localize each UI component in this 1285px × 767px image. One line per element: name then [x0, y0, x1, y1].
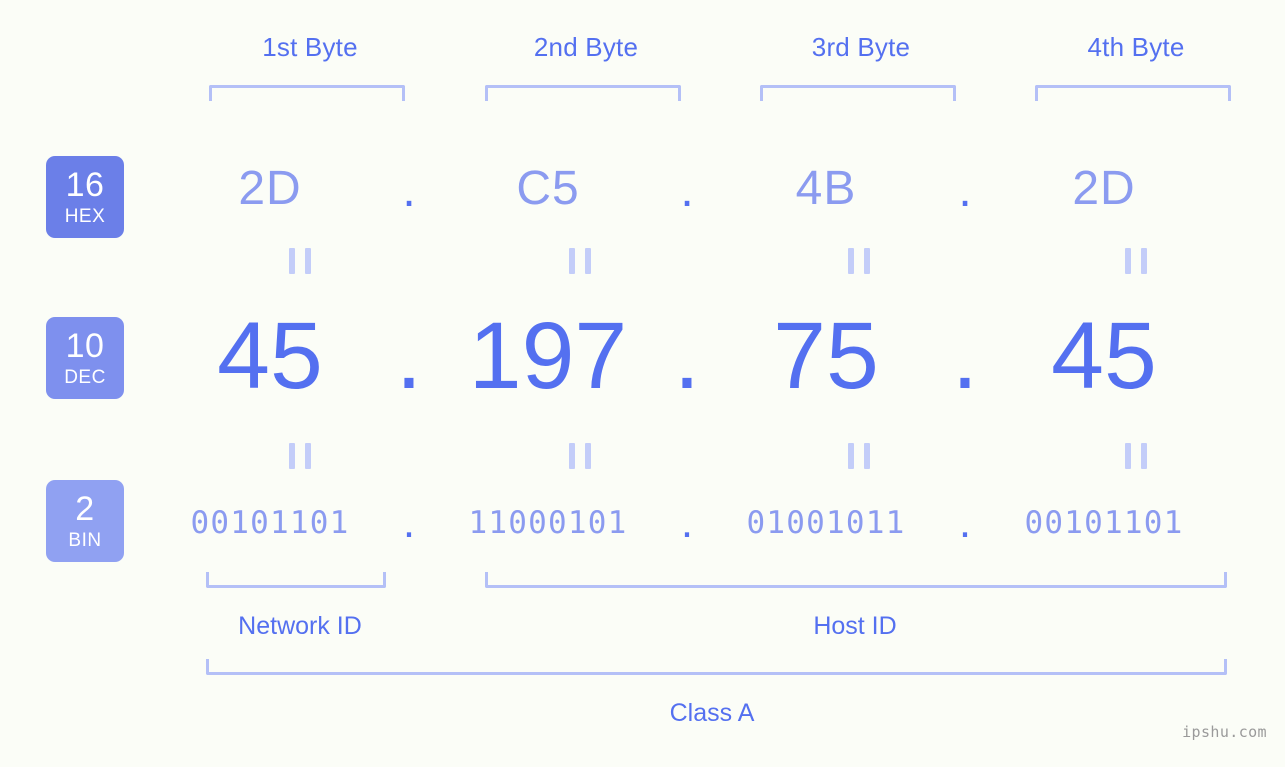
byte-bracket-3: [760, 85, 956, 101]
hex-separator-3: .: [958, 163, 972, 217]
hex-byte-3: 4B: [795, 161, 857, 215]
base-badge-bin[interactable]: 2 BIN: [46, 480, 124, 562]
network-id-bracket: [206, 572, 386, 588]
decimal-value-row: 45 . 197 . 75 . 45: [150, 296, 1260, 416]
base-badge-hex-tag: HEX: [64, 206, 106, 227]
dec-byte-2: 197: [468, 302, 628, 409]
host-id-bracket: [485, 572, 1227, 588]
equals-mark-hex-dec-1: [289, 248, 311, 274]
byte-header-3: 3rd Byte: [811, 32, 911, 62]
byte-bracket-2: [485, 85, 681, 101]
equals-mark-dec-bin-2: [569, 443, 591, 469]
class-bracket: [206, 659, 1227, 675]
bin-byte-3: 01001011: [746, 505, 906, 541]
hex-byte-4: 2D: [1072, 161, 1136, 215]
base-badge-bin-number: 2: [75, 490, 95, 528]
equals-mark-dec-bin-1: [289, 443, 311, 469]
dec-byte-3: 75: [773, 302, 879, 409]
dec-byte-1: 45: [217, 302, 323, 409]
base-badge-hex[interactable]: 16 HEX: [46, 156, 124, 238]
bin-separator-3: .: [958, 498, 972, 547]
byte-header-4: 4th Byte: [1087, 32, 1185, 62]
dec-separator-1: .: [395, 302, 423, 409]
hex-separator-1: .: [402, 163, 416, 217]
byte-bracket-1: [209, 85, 405, 101]
byte-header-1: 1st Byte: [262, 32, 358, 62]
equals-mark-dec-bin-4: [1125, 443, 1147, 469]
byte-bracket-4: [1035, 85, 1231, 101]
base-badge-hex-number: 16: [65, 166, 105, 204]
bin-byte-1: 00101101: [190, 505, 350, 541]
equals-mark-hex-dec-4: [1125, 248, 1147, 274]
ip-address-breakdown-diagram: 1st Byte 2nd Byte 3rd Byte 4th Byte 16 H…: [0, 0, 1285, 767]
class-label: Class A: [669, 699, 755, 727]
base-badge-dec[interactable]: 10 DEC: [46, 317, 124, 399]
dec-byte-4: 45: [1051, 302, 1157, 409]
bin-separator-1: .: [402, 498, 416, 547]
equals-mark-hex-dec-2: [569, 248, 591, 274]
base-badge-bin-tag: BIN: [68, 530, 102, 551]
host-id-label: Host ID: [813, 612, 897, 640]
binary-value-row: 00101101 . 11000101 . 01001011 . 0010110…: [150, 492, 1260, 554]
hex-value-row: 2D . C5 . 4B . 2D: [150, 152, 1260, 224]
byte-header-2: 2nd Byte: [533, 32, 639, 62]
network-id-label: Network ID: [238, 612, 362, 640]
equals-mark-hex-dec-3: [848, 248, 870, 274]
dec-separator-2: .: [673, 302, 701, 409]
base-badge-dec-number: 10: [65, 327, 105, 365]
hex-byte-1: 2D: [238, 161, 302, 215]
bin-separator-2: .: [680, 498, 694, 547]
hex-separator-2: .: [680, 163, 694, 217]
site-watermark: ipshu.com: [1182, 723, 1267, 741]
bin-byte-4: 00101101: [1024, 505, 1184, 541]
hex-byte-2: C5: [516, 161, 580, 215]
base-badge-dec-tag: DEC: [64, 367, 106, 388]
bin-byte-2: 11000101: [468, 505, 628, 541]
dec-separator-3: .: [951, 302, 979, 409]
equals-mark-dec-bin-3: [848, 443, 870, 469]
